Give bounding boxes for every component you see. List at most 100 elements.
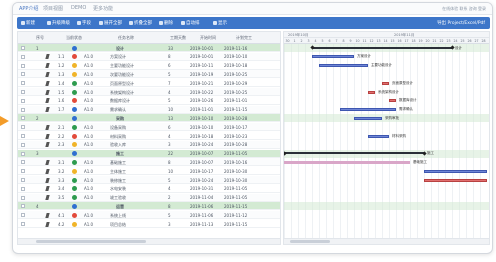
row-checkbox[interactable]	[21, 46, 25, 50]
row-checkbox[interactable]	[21, 213, 25, 218]
header-status[interactable]: 当前状态	[66, 35, 82, 41]
cell-start: 2019-11-01	[190, 107, 214, 113]
table-row[interactable]: 1.1 A1.0 方案设计 8 2019-10-01 2019-10-10	[18, 52, 280, 61]
cell-start: 2019-10-07	[190, 151, 214, 157]
gantt-scroll-thumb[interactable]	[290, 240, 330, 243]
gantt-horizontal-scrollbar[interactable]	[284, 238, 489, 244]
gantt-bar[interactable]	[389, 99, 396, 103]
table-row[interactable]: 1.4 A1.0 页面原型设计 7 2019-10-21 2019-10-29	[18, 79, 280, 88]
table-row[interactable]: 1.2 A1.0 主要功能设计 6 2019-10-11 2019-10-18	[18, 62, 280, 70]
table-row[interactable]: 2.2 A1.0 材料采购 4 2019-10-18 2019-10-23	[18, 132, 280, 140]
collapse-all-button[interactable]: 折叠全部	[129, 20, 152, 26]
edit-pencil-icon[interactable]	[45, 142, 50, 148]
row-checkbox[interactable]	[21, 169, 25, 174]
row-checkbox[interactable]	[21, 116, 25, 121]
table-row[interactable]: 3.2 A1.0 主体施工 10 2019-10-17 2019-10-30	[18, 167, 280, 176]
gantt-bar[interactable]	[382, 81, 389, 85]
edit-pencil-icon[interactable]	[45, 221, 50, 227]
edit-pencil-icon[interactable]	[45, 71, 50, 77]
row-checkbox[interactable]	[21, 160, 25, 165]
header-duration[interactable]: 工期天数	[170, 35, 186, 41]
indent-button[interactable]: 升级降级	[47, 20, 70, 26]
nav-tab-demo[interactable]: DEMO	[71, 5, 86, 11]
table-row[interactable]: 3.4 A1.0 水电安装 4 2019-10-31 2019-11-05	[18, 185, 280, 193]
expand-all-button[interactable]: 展开全部	[99, 20, 122, 26]
edit-pencil-icon[interactable]	[45, 177, 50, 183]
gantt-bar[interactable]	[319, 64, 368, 68]
table-row[interactable]: 3.3 A1.0 装修施工 5 2019-10-24 2019-10-30	[18, 176, 280, 184]
auto-schedule-button[interactable]: 自动排	[181, 20, 200, 26]
gantt-bar[interactable]	[368, 134, 389, 138]
header-id[interactable]: 序号	[36, 35, 44, 41]
table-row[interactable]: 4.2 A1.0 项目总结 3 2019-11-13 2019-11-15	[18, 220, 280, 228]
edit-pencil-icon[interactable]	[45, 195, 50, 201]
edit-pencil-icon[interactable]	[45, 98, 50, 104]
nav-tab-app-intro[interactable]: APP介绍	[19, 5, 38, 12]
edit-pencil-icon[interactable]	[45, 107, 50, 113]
row-checkbox[interactable]	[21, 151, 25, 156]
table-row[interactable]: 3.1 A1.0 基础施工 8 2019-10-07 2019-10-16	[18, 158, 280, 167]
row-checkbox[interactable]	[21, 63, 25, 68]
header-start[interactable]: 开始时间	[200, 35, 216, 41]
header-end[interactable]: 计划完工	[236, 35, 252, 41]
grid-scroll-thumb[interactable]	[36, 240, 146, 243]
nav-tab-more[interactable]: 更多功能	[93, 5, 113, 12]
edit-pencil-icon[interactable]	[45, 168, 50, 174]
edit-pencil-icon[interactable]	[45, 124, 50, 130]
row-checkbox[interactable]	[21, 134, 25, 138]
edit-pencil-icon[interactable]	[45, 159, 50, 165]
edit-pencil-icon[interactable]	[45, 186, 50, 192]
cell-start: 2019-11-06	[190, 212, 214, 218]
row-checkbox[interactable]	[21, 195, 25, 200]
row-checkbox[interactable]	[21, 204, 25, 209]
edit-pencil-icon[interactable]	[45, 89, 50, 95]
row-checkbox[interactable]	[21, 72, 25, 77]
gantt-bar[interactable]	[424, 169, 487, 173]
header-task-name[interactable]: 任务名称	[118, 35, 134, 41]
table-row[interactable]: 4 运营 8 2019-11-06 2019-11-15	[18, 202, 280, 211]
row-checkbox[interactable]	[21, 186, 25, 191]
row-checkbox[interactable]	[21, 98, 25, 103]
row-checkbox[interactable]	[21, 142, 25, 147]
edit-pencil-icon[interactable]	[45, 80, 50, 86]
row-checkbox[interactable]	[21, 81, 25, 86]
table-row[interactable]: 1.7 A1.0 需求确认 10 2019-11-01 2019-11-15	[18, 105, 280, 114]
row-checkbox[interactable]	[21, 125, 25, 130]
display-button[interactable]: 显示	[213, 20, 227, 26]
gantt-bar[interactable]	[340, 108, 396, 112]
table-row[interactable]: 2 采购 13 2019-10-10 2019-10-28	[18, 114, 280, 123]
row-checkbox[interactable]	[21, 90, 25, 94]
table-row[interactable]: 1.5 A1.0 系统架构设计 4 2019-10-22 2019-10-25	[18, 88, 280, 96]
top-right-links[interactable]: 在线体验 联系 咨询 登录	[442, 6, 486, 12]
table-row[interactable]: 2.3 A1.0 验收入库 3 2019-10-24 2019-10-28	[18, 140, 280, 149]
row-checkbox[interactable]	[21, 54, 25, 59]
fields-button[interactable]: 字段	[77, 20, 91, 26]
row-checkbox[interactable]	[21, 107, 25, 112]
row-checkbox[interactable]	[21, 178, 25, 182]
gantt-bar[interactable]	[312, 46, 452, 49]
nav-tab-project-view[interactable]: 项目视图	[43, 5, 63, 12]
table-row[interactable]: 1.3 A1.0 次要功能设计 5 2019-10-19 2019-10-25	[18, 70, 280, 79]
table-row[interactable]: 1.6 A1.0 数据库设计 5 2019-10-26 2019-11-01	[18, 97, 280, 105]
delete-button[interactable]: 删除	[159, 20, 173, 26]
edit-pencil-icon[interactable]	[45, 133, 50, 139]
row-checkbox[interactable]	[21, 222, 25, 226]
gantt-bar[interactable]	[284, 160, 410, 164]
gantt-bar[interactable]	[284, 152, 424, 155]
table-row[interactable]: 2.1 A1.0 设备采购 6 2019-10-10 2019-10-17	[18, 123, 280, 132]
table-row[interactable]: 1 设计 33 2019-10-01 2019-11-16	[18, 44, 280, 52]
grid-horizontal-scrollbar[interactable]	[18, 238, 280, 244]
edit-pencil-icon[interactable]	[45, 54, 50, 60]
new-button[interactable]: 新建	[21, 20, 35, 26]
export-button[interactable]: 导出 Project/Excel/Pdf	[437, 20, 485, 26]
table-row[interactable]: 4.1 A1.0 系统上线 5 2019-11-06 2019-11-12	[18, 211, 280, 220]
gantt-bar[interactable]	[312, 55, 354, 59]
table-row[interactable]: 3.5 A1.0 竣工验收 2 2019-11-04 2019-11-05	[18, 193, 280, 202]
edit-pencil-icon[interactable]	[45, 63, 50, 69]
gantt-day-label: 27	[474, 38, 479, 43]
table-row[interactable]: 3 施工 22 2019-10-07 2019-11-05	[18, 149, 280, 158]
edit-pencil-icon[interactable]	[45, 212, 50, 218]
gantt-bar[interactable]	[368, 90, 375, 94]
gantt-bar[interactable]	[424, 178, 487, 182]
gantt-bar[interactable]	[354, 116, 382, 120]
